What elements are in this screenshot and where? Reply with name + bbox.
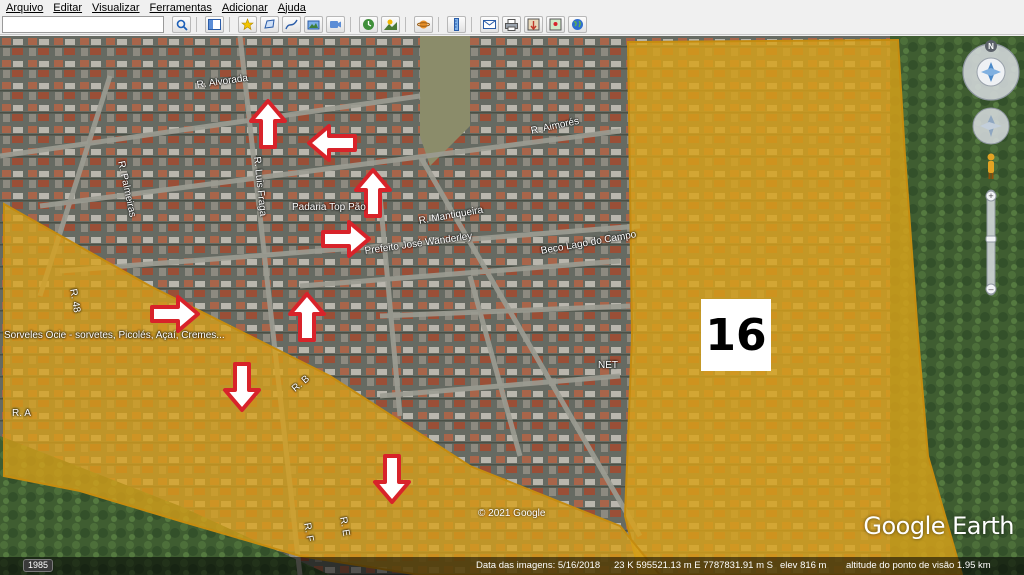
- menu-visualizar[interactable]: Visualizar: [92, 2, 140, 14]
- menu-ferramentas[interactable]: Ferramentas: [150, 2, 212, 14]
- toolbar-divider: [405, 17, 406, 32]
- add-path-button[interactable]: [282, 16, 301, 33]
- toolbar-divider: [229, 17, 230, 32]
- map-viewport[interactable]: R. Alvorada R. Aimorés R. Palmeiras R. L…: [0, 36, 1024, 575]
- satellite-imagery: [0, 36, 1024, 575]
- toolbar-divider: [438, 17, 439, 32]
- toolbar-divider: [471, 17, 472, 32]
- view-in-maps-button[interactable]: [546, 16, 565, 33]
- print-button[interactable]: [502, 16, 521, 33]
- north-label: N: [988, 42, 994, 51]
- historical-imagery-button[interactable]: [359, 16, 378, 33]
- ruler-icon: [454, 18, 459, 31]
- search-button[interactable]: [172, 16, 191, 33]
- svg-text:+: +: [988, 191, 993, 201]
- poi-label: NET: [598, 360, 618, 371]
- email-button[interactable]: [480, 16, 499, 33]
- imagery-date: Data das imagens: 5/16/2018: [476, 560, 601, 571]
- save-image-button[interactable]: [524, 16, 543, 33]
- zoom-slider-thumb[interactable]: [985, 235, 997, 243]
- planets-button[interactable]: [414, 16, 433, 33]
- print-icon: [505, 18, 518, 31]
- earth-button[interactable]: [568, 16, 587, 33]
- street-view-pegman-icon[interactable]: [987, 153, 995, 180]
- menu-editar[interactable]: Editar: [53, 2, 82, 14]
- compass-ring[interactable]: [962, 43, 1020, 101]
- sunlight-icon: [384, 19, 397, 30]
- cursor-coordinates: 23 K 595521.13 m E 7787831.91 m S: [614, 560, 773, 571]
- sidebar-toggle-button[interactable]: [205, 16, 224, 33]
- navigation-widget: N + –: [962, 40, 1020, 296]
- record-tour-icon: [330, 21, 341, 28]
- street-label: R. A: [12, 408, 31, 419]
- zoom-slider[interactable]: + –: [985, 189, 997, 296]
- image-overlay-icon: [307, 20, 320, 30]
- menu-adicionar[interactable]: Adicionar: [222, 2, 268, 14]
- google-earth-logo: Google Earth: [863, 512, 1014, 540]
- status-bar: 1985 Data das imagens: 5/16/2018 23 K 59…: [0, 557, 1024, 575]
- record-tour-button[interactable]: [326, 16, 345, 33]
- earth-icon: [572, 19, 583, 30]
- historical-year-badge[interactable]: 1985: [23, 559, 54, 572]
- ruler-button[interactable]: [447, 16, 466, 33]
- svg-text:–: –: [988, 284, 993, 294]
- pan-control[interactable]: [972, 107, 1010, 145]
- area-number-label: 16: [701, 299, 771, 371]
- add-image-overlay-button[interactable]: [304, 16, 323, 33]
- path-icon: [285, 19, 298, 30]
- polygon-icon: [264, 19, 275, 29]
- email-icon: [483, 20, 496, 29]
- historical-imagery-icon: [363, 19, 374, 30]
- poi-label: Padaria Top Pão: [292, 202, 366, 213]
- eye-altitude-readout: altitude do ponto de visão 1.95 km: [846, 560, 991, 571]
- imagery-copyright: © 2021 Google: [478, 508, 546, 519]
- placemark-icon: [241, 18, 254, 31]
- elevation-readout: elev 816 m: [780, 560, 827, 571]
- toolbar-divider: [196, 17, 197, 32]
- toolbar-divider: [350, 17, 351, 32]
- poi-label: Sorveles Ocie - sorvetes, Picolés, Açaí,…: [4, 330, 225, 341]
- menu-bar: Arquivo Editar Visualizar Ferramentas Ad…: [0, 0, 1024, 15]
- planets-icon: [417, 20, 430, 29]
- view-in-maps-icon: [549, 18, 562, 31]
- menu-arquivo[interactable]: Arquivo: [6, 2, 43, 14]
- toolbar: [0, 15, 1024, 35]
- save-image-icon: [527, 18, 540, 31]
- navigation-controls: N + –: [961, 40, 1021, 305]
- sunlight-button[interactable]: [381, 16, 400, 33]
- sidebar-icon: [208, 19, 221, 30]
- search-icon: [176, 19, 188, 31]
- search-input[interactable]: [2, 16, 164, 33]
- add-placemark-button[interactable]: [238, 16, 257, 33]
- menu-ajuda[interactable]: Ajuda: [278, 2, 306, 14]
- add-polygon-button[interactable]: [260, 16, 279, 33]
